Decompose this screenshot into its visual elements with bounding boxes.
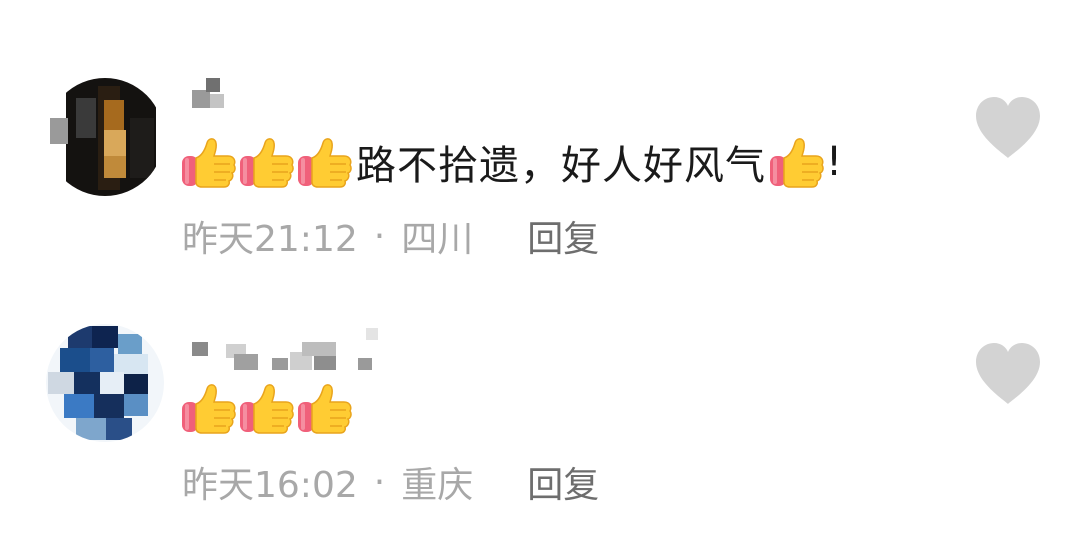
comment-content: 路不拾遗，好人好风气 ! [180, 132, 843, 192]
comment-meta: 昨天21:12 · 四川 回复 [182, 210, 599, 262]
avatar[interactable] [46, 78, 164, 196]
thumbs-up-emoji-icon [238, 134, 296, 190]
heart-icon[interactable] [972, 340, 1044, 406]
avatar[interactable] [46, 324, 164, 442]
meta-separator: · [373, 461, 386, 503]
comment-item: 路不拾遗，好人好风气 ! 昨天21:12 · 四川 回复 [0, 72, 1080, 272]
comment-text: 路不拾遗，好人好风气 [356, 143, 766, 189]
reply-button[interactable]: 回复 [527, 210, 599, 262]
reply-button[interactable]: 回复 [527, 456, 599, 508]
comment-location: 重庆 [401, 465, 474, 506]
comment-time: 昨天16:02 [182, 465, 358, 506]
thumbs-up-emoji-icon [296, 134, 354, 190]
comment-location: 四川 [401, 219, 474, 260]
comment-time: 昨天21:12 [182, 219, 358, 260]
comment-item: 昨天16:02 · 重庆 回复 [0, 318, 1080, 518]
thumbs-up-emoji-icon [296, 380, 354, 436]
thumbs-up-emoji-icon [238, 380, 296, 436]
thumbs-up-emoji-icon [768, 134, 826, 190]
username-pixelated[interactable] [182, 324, 402, 370]
meta-separator: · [373, 215, 386, 257]
comment-content [180, 378, 354, 438]
thumbs-up-emoji-icon [180, 134, 238, 190]
comment-text-suffix: ! [826, 139, 844, 185]
thumbs-up-emoji-icon [180, 380, 238, 436]
heart-icon[interactable] [972, 94, 1044, 160]
comment-meta: 昨天16:02 · 重庆 回复 [182, 456, 599, 508]
username-pixelated[interactable] [182, 78, 402, 114]
